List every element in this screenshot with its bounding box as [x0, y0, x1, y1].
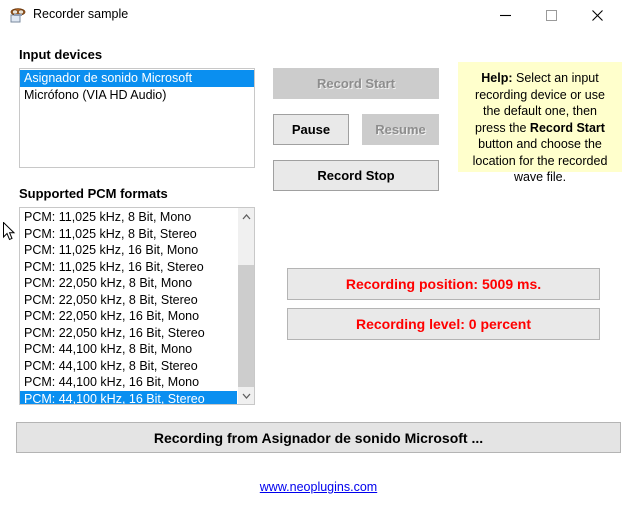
pcm-formats-label: Supported PCM formats	[19, 186, 168, 201]
minimize-icon[interactable]	[482, 0, 528, 30]
pcm-formats-scrollbar[interactable]	[237, 208, 254, 404]
input-devices-rows: Asignador de sonido Microsoft Micrófono …	[20, 70, 254, 103]
list-item[interactable]: PCM: 44,100 kHz, 8 Bit, Stereo	[20, 358, 238, 375]
list-item[interactable]: PCM: 22,050 kHz, 16 Bit, Stereo	[20, 325, 238, 342]
pcm-formats-rows: PCM: 11,025 kHz, 8 Bit, Mono PCM: 11,025…	[20, 209, 238, 404]
help-panel: Help: Select an input recording device o…	[458, 62, 622, 184]
resume-button[interactable]: Resume	[362, 114, 439, 145]
help-emphasis: Record Start	[529, 120, 605, 135]
help-text-after: button and choose the location for the r…	[472, 137, 608, 184]
list-item[interactable]: PCM: 11,025 kHz, 8 Bit, Stereo	[20, 226, 238, 243]
list-item[interactable]: PCM: 22,050 kHz, 16 Bit, Mono	[20, 308, 238, 325]
chevron-down-icon[interactable]	[238, 387, 254, 404]
pause-button[interactable]: Pause	[273, 114, 349, 145]
recorder-icon	[9, 7, 26, 24]
list-item[interactable]: PCM: 44,100 kHz, 16 Bit, Mono	[20, 374, 238, 391]
list-item[interactable]: PCM: 11,025 kHz, 16 Bit, Mono	[20, 242, 238, 259]
website-link[interactable]: www.neoplugins.com	[0, 480, 637, 494]
list-item[interactable]: PCM: 44,100 kHz, 16 Bit, Stereo	[20, 390, 238, 404]
list-item[interactable]: Micrófono (VIA HD Audio)	[20, 87, 254, 104]
recording-position-readout: Recording position: 5009 ms.	[287, 268, 600, 300]
recording-level-readout: Recording level: 0 percent	[287, 308, 600, 340]
list-item[interactable]: PCM: 22,050 kHz, 8 Bit, Mono	[20, 275, 238, 292]
list-item[interactable]: PCM: 44,100 kHz, 8 Bit, Mono	[20, 341, 238, 358]
maximize-icon[interactable]	[528, 0, 574, 30]
mouse-cursor	[3, 221, 17, 242]
window-title-bar: Recorder sample	[0, 0, 637, 32]
close-icon[interactable]	[574, 0, 620, 30]
pcm-formats-listbox[interactable]: PCM: 11,025 kHz, 8 Bit, Mono PCM: 11,025…	[19, 207, 255, 405]
list-item[interactable]: Asignador de sonido Microsoft	[20, 70, 254, 87]
help-title: Help:	[481, 71, 513, 85]
input-devices-listbox[interactable]: Asignador de sonido Microsoft Micrófono …	[19, 68, 255, 168]
status-bar: Recording from Asignador de sonido Micro…	[16, 422, 621, 453]
window-title: Recorder sample	[33, 7, 129, 21]
list-item[interactable]: PCM: 22,050 kHz, 8 Bit, Stereo	[20, 292, 238, 309]
record-start-button[interactable]: Record Start	[273, 68, 439, 99]
scrollbar-thumb[interactable]	[238, 265, 254, 387]
chevron-up-icon[interactable]	[238, 208, 254, 225]
list-item[interactable]: PCM: 11,025 kHz, 8 Bit, Mono	[20, 209, 238, 226]
input-devices-label: Input devices	[19, 47, 103, 62]
list-item[interactable]: PCM: 11,025 kHz, 16 Bit, Stereo	[20, 259, 238, 276]
record-stop-button[interactable]: Record Stop	[273, 160, 439, 191]
